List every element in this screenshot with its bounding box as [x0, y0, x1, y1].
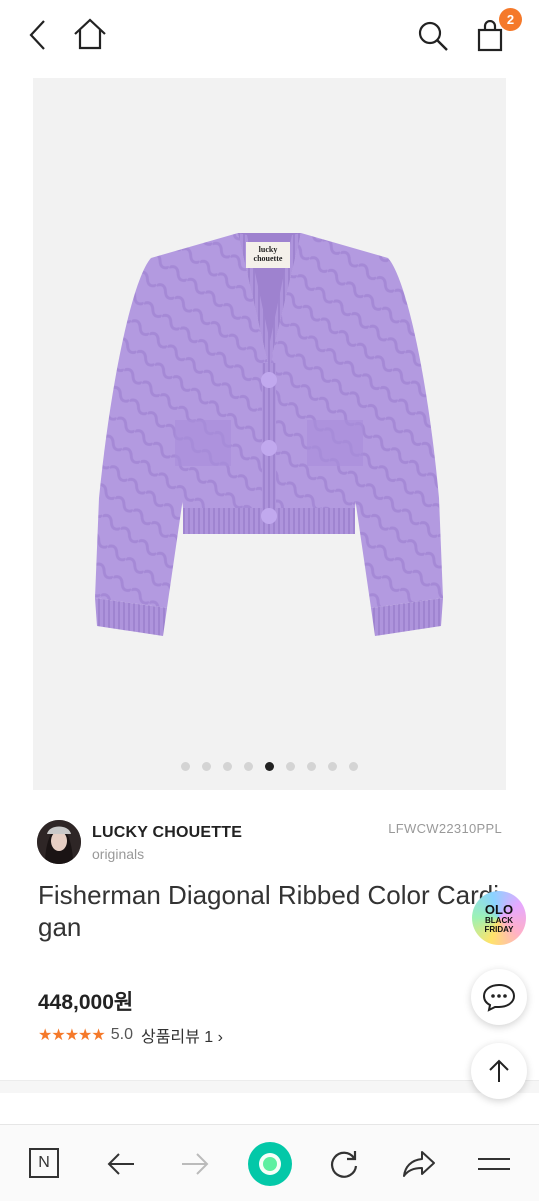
page-dot[interactable] [286, 762, 295, 771]
avatar-image [37, 820, 81, 864]
page-dot[interactable] [244, 762, 253, 771]
page-dot[interactable] [328, 762, 337, 771]
home-button[interactable] [72, 16, 108, 52]
menu-icon [478, 1158, 510, 1170]
n-home-button[interactable]: N [29, 1148, 59, 1178]
section-separator [0, 1081, 539, 1093]
page-dot[interactable] [202, 762, 211, 771]
scroll-top-button[interactable] [471, 1043, 527, 1099]
promo-line2: BLACK [485, 915, 513, 925]
arrow-right-icon [182, 1153, 209, 1175]
share-button[interactable] [400, 1146, 438, 1182]
search-button[interactable] [414, 18, 452, 54]
cart-count-badge: 2 [499, 8, 522, 31]
brand-subtitle: originals [92, 846, 145, 862]
chevron-left-icon [29, 20, 45, 50]
product-sku: LFWCW22310PPL [388, 821, 502, 836]
page-dot-active[interactable] [265, 762, 274, 771]
header: 2 [0, 0, 539, 70]
brand-name[interactable]: LUCKY CHOUETTE [92, 824, 242, 842]
rating-stars: ★★★★★ [38, 1027, 106, 1044]
reload-button[interactable] [326, 1146, 362, 1182]
product-image-gallery[interactable]: lucky chouette [33, 78, 506, 790]
green-dot-icon [263, 1157, 277, 1171]
product-title: Fisherman Diagonal Ribbed Color Cardigan [38, 880, 499, 942]
product-price: 448,000원 [38, 991, 134, 1014]
promo-line3: FRIDAY [484, 924, 514, 934]
nav-back-button[interactable] [104, 1147, 138, 1181]
search-icon [418, 21, 448, 51]
page-dot[interactable] [307, 762, 316, 771]
back-button[interactable] [22, 18, 52, 52]
share-icon [403, 1151, 435, 1177]
browser-bottom-nav: N [0, 1124, 539, 1201]
arrow-up-icon [489, 1059, 509, 1082]
rating-row: ★★★★★ 5.0 상품리뷰 1 › [38, 1023, 223, 1047]
page-dot[interactable] [181, 762, 190, 771]
cardigan-label: lucky chouette [253, 245, 283, 263]
promo-line1: OLO [484, 901, 514, 917]
menu-button[interactable] [476, 1149, 512, 1179]
chat-button[interactable] [471, 969, 527, 1025]
black-friday-promo-button[interactable]: OLO BLACK FRIDAY [472, 891, 526, 945]
review-link[interactable]: 상품리뷰 1 › [141, 1023, 223, 1047]
nav-forward-button[interactable] [178, 1147, 212, 1181]
product-image [95, 233, 443, 636]
reload-icon [330, 1151, 358, 1178]
home-icon [74, 18, 106, 50]
chat-bubble-icon [482, 983, 516, 1012]
page-dot[interactable] [223, 762, 232, 771]
gallery-pagination [33, 762, 506, 771]
arrow-left-icon [107, 1153, 134, 1175]
page-dot[interactable] [349, 762, 358, 771]
rating-score: 5.0 [110, 1026, 133, 1043]
green-dot-button[interactable] [248, 1142, 292, 1186]
brand-avatar[interactable] [37, 820, 81, 864]
